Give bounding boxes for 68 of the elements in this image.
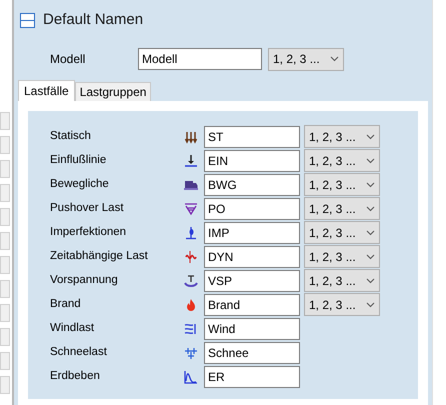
- load-type-label: Einflußlinie: [49, 152, 108, 168]
- load-type-label: Imperfektionen: [49, 224, 128, 240]
- collapse-icon[interactable]: [20, 12, 35, 28]
- load-type-label: Statisch: [49, 128, 92, 144]
- name-field[interactable]: VSP: [204, 270, 300, 292]
- load-type-label: Schneelast: [49, 344, 108, 360]
- name-field[interactable]: IMP: [204, 222, 300, 244]
- flame-icon: [184, 298, 198, 312]
- numbering-dropdown[interactable]: 1, 2, 3 ...: [304, 149, 380, 172]
- pushover-icon: [184, 202, 198, 216]
- tab[interactable]: Lastgruppen: [74, 82, 152, 101]
- load-type-label: Bewegliche: [49, 176, 110, 192]
- name-field[interactable]: Schnee: [204, 342, 300, 364]
- cut-off-list-row: [0, 232, 10, 250]
- numbering-dropdown[interactable]: 1, 2, 3 ...: [304, 173, 380, 196]
- load-type-label: Erdbeben: [49, 368, 101, 384]
- cut-off-list-row: [0, 376, 10, 394]
- load-type-label: Brand: [49, 296, 82, 312]
- down-arrow-line-icon: [184, 154, 198, 168]
- field-label: Modell: [49, 51, 86, 68]
- chevron-down-icon: [366, 158, 375, 164]
- name-field[interactable]: DYN: [204, 246, 300, 268]
- numbering-dropdown[interactable]: 1, 2, 3 ...: [268, 48, 344, 70]
- cut-off-list-row: [0, 136, 10, 154]
- numbering-dropdown[interactable]: 1, 2, 3 ...: [304, 221, 380, 244]
- chevron-down-icon: [366, 182, 375, 188]
- chevron-down-icon: [366, 206, 375, 212]
- load-type-label: Pushover Last: [49, 200, 125, 216]
- cut-off-list-row: [0, 304, 10, 322]
- chevron-down-icon: [366, 134, 375, 140]
- chevron-down-icon: [366, 278, 375, 284]
- numbering-dropdown[interactable]: 1, 2, 3 ...: [304, 245, 380, 268]
- name-field[interactable]: EIN: [204, 150, 300, 172]
- chevron-down-icon: [366, 230, 375, 236]
- wind-icon: [184, 322, 198, 336]
- name-field[interactable]: Brand: [204, 294, 300, 316]
- cut-off-list-row: [0, 208, 10, 226]
- name-field[interactable]: ER: [204, 366, 300, 388]
- seismic-curve-icon: [184, 370, 198, 384]
- loads-arrows-icon: [184, 130, 198, 144]
- cut-off-list-row: [0, 328, 10, 346]
- numbering-dropdown[interactable]: 1, 2, 3 ...: [304, 269, 380, 292]
- imperfection-icon: [184, 226, 198, 240]
- numbering-dropdown[interactable]: 1, 2, 3 ...: [304, 197, 380, 220]
- name-field[interactable]: BWG: [204, 174, 300, 196]
- prestress-icon: [184, 274, 198, 288]
- cut-off-list-row: [0, 256, 10, 274]
- cut-off-list-row: [0, 160, 10, 178]
- chevron-down-icon: [366, 254, 375, 260]
- name-field[interactable]: Wind: [204, 318, 300, 340]
- cut-off-list-row: [0, 352, 10, 370]
- load-type-label: Vorspannung: [49, 272, 119, 288]
- chevron-down-icon: [366, 302, 375, 308]
- numbering-dropdown[interactable]: 1, 2, 3 ...: [304, 125, 380, 148]
- name-field[interactable]: ST: [204, 126, 300, 148]
- tab[interactable]: Lastfälle: [18, 80, 75, 101]
- numbering-dropdown[interactable]: 1, 2, 3 ...: [304, 293, 380, 316]
- load-type-label: Windlast: [49, 320, 96, 336]
- cut-off-list-row: [0, 184, 10, 202]
- wave-load-icon: [184, 250, 198, 264]
- name-field[interactable]: PO: [204, 198, 300, 220]
- snowflake-icon: [184, 346, 198, 360]
- load-type-label: Zeitabhängige Last: [49, 248, 149, 264]
- panel-title: Default Namen: [43, 10, 144, 30]
- name-field[interactable]: Modell: [138, 48, 262, 70]
- chevron-down-icon: [330, 56, 339, 62]
- cut-off-list-row: [0, 112, 10, 130]
- cut-off-list-row: [0, 280, 10, 298]
